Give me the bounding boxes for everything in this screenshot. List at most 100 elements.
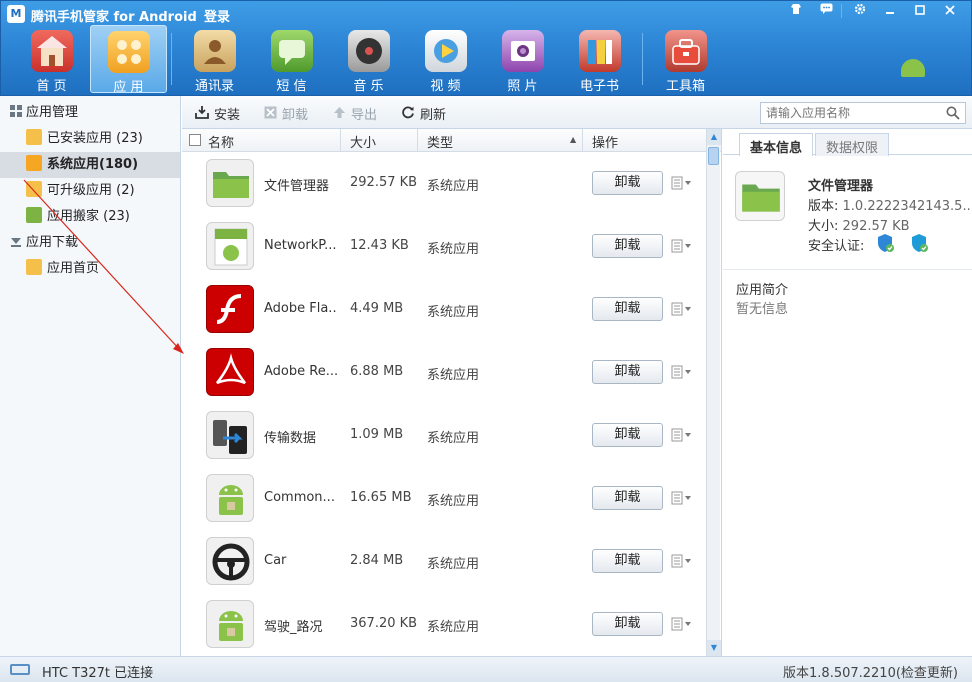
app-size: 4.49 MB [350,301,404,316]
scroll-down-arrow-icon[interactable]: ▼ [707,640,721,656]
scroll-up-arrow-icon[interactable]: ▲ [707,129,721,145]
skin-icon[interactable] [781,1,811,21]
uninstall-button[interactable]: 卸载 [592,171,663,195]
list-scrollbar[interactable]: ▲ ▼ [706,129,721,656]
sidebar-item-label: 可升级应用 (2) [47,183,135,198]
minimize-icon[interactable] [875,1,905,21]
table-row[interactable]: Adobe Re... 6.88 MB 系统应用 卸载 [182,341,721,404]
uninstall-button[interactable]: 卸载 [592,360,663,384]
uninstall-button[interactable]: 卸载 [592,423,663,447]
app-size: 6.88 MB [350,364,404,379]
search-icon[interactable] [946,106,960,120]
sidebar-item-move-apps[interactable]: 应用搬家 (23) [0,204,180,230]
column-divider[interactable] [340,129,341,152]
more-options-icon[interactable] [671,428,693,442]
nav-photos[interactable]: 照 片 [484,25,561,94]
contacts-icon [193,30,236,72]
uninstall-button[interactable]: 卸载 [592,549,663,573]
table-row[interactable]: 驾驶_路况 367.20 KB 系统应用 卸载 [182,593,721,656]
close-icon[interactable] [935,1,965,21]
security-verified-icon[interactable] [909,233,929,253]
search-input[interactable] [761,103,936,123]
nav-home-label: 首 页 [36,79,67,94]
app-type: 系统应用 [427,620,480,635]
header-name[interactable]: 名称 [208,132,234,151]
maximize-icon[interactable] [905,1,935,21]
app-size: 2.84 MB [350,553,404,568]
column-divider[interactable] [417,129,418,152]
header-size[interactable]: 大小 [350,132,376,151]
table-row[interactable]: NetworkP... 12.43 KB 系统应用 卸载 [182,215,721,278]
header-type[interactable]: 类型 [427,132,453,151]
list-header: 名称 大小 类型 ▲ 操作 [182,129,721,152]
sidebar-group-app-management[interactable]: 应用管理 [0,100,180,126]
search-box [760,102,966,124]
sidebar-item-system-apps[interactable]: 系统应用(180) [0,152,180,178]
table-row[interactable]: Adobe Fla... 4.49 MB 系统应用 卸载 [182,278,721,341]
more-options-icon[interactable] [671,554,693,568]
android-robot-icon [206,600,254,648]
install-label: 安装 [214,108,241,123]
download-icon [10,231,22,247]
scroll-thumb[interactable] [708,147,719,165]
column-divider[interactable] [582,129,583,152]
nav-contacts[interactable]: 通讯录 [176,25,253,94]
video-icon [424,30,467,72]
nav-sms[interactable]: 短 信 [253,25,330,94]
nav-toolbox-label: 工具箱 [665,79,705,94]
message-icon[interactable] [811,1,841,21]
sidebar-group-app-download[interactable]: 应用下载 [0,230,180,256]
nav-photos-label: 照 片 [507,79,538,94]
sidebar-item-installed[interactable]: 已安装应用 (23) [0,126,180,152]
uninstall-button[interactable]: 卸载 [592,297,663,321]
uninstall-button[interactable]: 卸载 [592,486,663,510]
sidebar-item-app-home[interactable]: 应用首页 [0,256,180,282]
version-check-update[interactable]: 版本1.8.507.2210(检查更新) [783,662,958,681]
android-robot-icon [206,474,254,522]
more-options-icon[interactable] [671,302,693,316]
login-link[interactable]: 登录 [204,6,230,25]
uninstall-button[interactable]: 卸载 [592,612,663,636]
nav-apps-label: 应 用 [113,80,144,95]
settings-gear-icon[interactable] [845,1,875,21]
table-row[interactable]: 文件管理器 292.57 KB 系统应用 卸载 [182,152,721,215]
nav-home[interactable]: 首 页 [13,25,90,94]
grid-icon [10,101,22,117]
uninstall-button[interactable]: 卸载 [592,234,663,258]
app-intro-text: 暂无信息 [736,302,789,317]
security-shield-icon[interactable] [875,233,895,253]
more-options-icon[interactable] [671,176,693,190]
detail-tabs: 基本信息 数据权限 [723,129,972,156]
nav-video[interactable]: 视 频 [407,25,484,94]
more-options-icon[interactable] [671,617,693,631]
tab-basic-info[interactable]: 基本信息 [739,133,814,156]
more-options-icon[interactable] [671,239,693,253]
sidebar-item-upgradable[interactable]: 可升级应用 (2) [0,178,180,204]
uninstall-label: 卸载 [282,108,309,123]
tab-data-permissions[interactable]: 数据权限 [815,133,890,156]
app-name: 传输数据 [264,431,317,446]
refresh-button[interactable]: 刷新 [400,104,446,123]
refresh-label: 刷新 [420,108,447,123]
sidebar-item-label: 系统应用(180) [47,157,139,172]
nav-music[interactable]: 音 乐 [330,25,407,94]
nav-sms-label: 短 信 [276,79,307,94]
install-button[interactable]: 安装 [194,104,240,123]
nav-ebooks[interactable]: 电子书 [561,25,638,94]
nav-ebooks-label: 电子书 [579,79,619,94]
app-logo-icon: M [7,5,25,23]
uninstall-toolbar-button[interactable]: 卸载 [262,104,308,123]
table-row[interactable]: Common... 16.65 MB 系统应用 卸载 [182,467,721,530]
more-options-icon[interactable] [671,491,693,505]
table-row[interactable]: 传输数据 1.09 MB 系统应用 卸载 [182,404,721,467]
more-options-icon[interactable] [671,365,693,379]
folder-icon [206,159,254,207]
app-intro-title: 应用简介 [736,283,789,298]
select-all-checkbox[interactable] [189,134,201,146]
nav-toolbox[interactable]: 工具箱 [647,25,724,94]
app-type: 系统应用 [427,179,480,194]
table-row[interactable]: Car 2.84 MB 系统应用 卸载 [182,530,721,593]
export-button[interactable]: 导出 [331,104,377,123]
nav-apps[interactable]: 应 用 [90,25,167,95]
app-type: 系统应用 [427,494,480,509]
